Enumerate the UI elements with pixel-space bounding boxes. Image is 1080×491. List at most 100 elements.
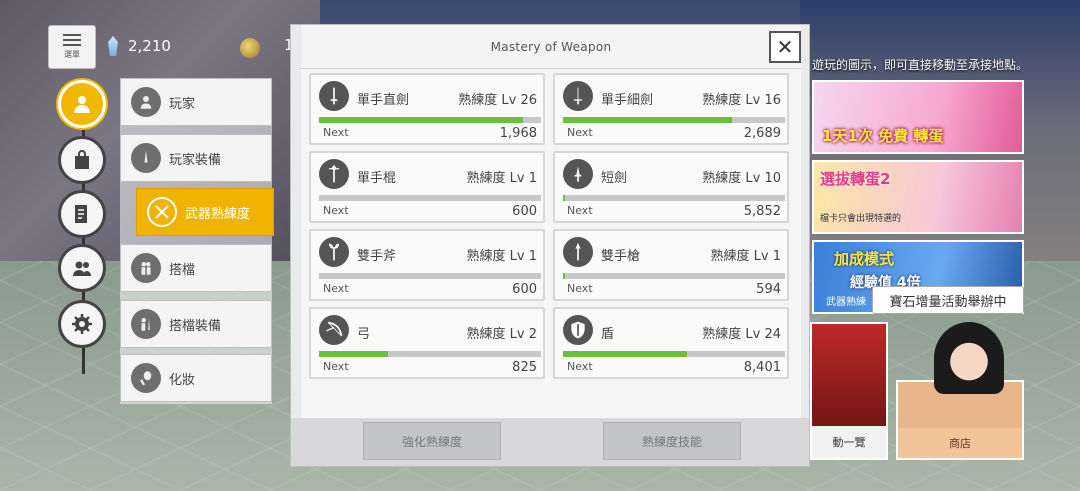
- next-label: Next: [567, 126, 593, 139]
- close-icon: ✕: [776, 35, 794, 59]
- dialog-footer: 強化熟練度 熟練度技能: [291, 418, 809, 466]
- weapon-name: 弓: [357, 327, 371, 342]
- player-icon: [131, 87, 161, 117]
- nav-bag-button[interactable]: [58, 136, 106, 184]
- banner-select-gacha-sub: 檔卡只會出現特選的: [820, 214, 902, 224]
- progress-bar: [319, 273, 541, 279]
- weapon-name: 雙手斧: [357, 249, 397, 264]
- progress-fill: [319, 117, 524, 123]
- crossed-swords-icon: [147, 197, 177, 227]
- side-item-label: 玩家裝備: [169, 152, 222, 168]
- side-item-label: 武器熟練度: [185, 206, 251, 222]
- progress-bar: [319, 351, 541, 357]
- menu-button[interactable]: 選單: [48, 25, 96, 69]
- nav-settings-button[interactable]: [58, 300, 106, 348]
- mastery-skill-button[interactable]: 熟練度技能: [603, 422, 741, 460]
- progress-bar: [563, 273, 785, 279]
- coin-icon: [240, 38, 260, 58]
- next-value: 1,968: [499, 126, 537, 141]
- progress-fill: [563, 195, 566, 201]
- notice-text: 遊玩的圖示，即可直接移動至承接地點。: [812, 58, 1029, 72]
- nav-friends-button[interactable]: [58, 244, 106, 292]
- next-value: 2,689: [743, 126, 781, 141]
- weapon-card[interactable]: 單手直劍 熟練度 Lv 26 Next 1,968: [309, 73, 545, 145]
- next-value: 8,401: [743, 360, 781, 375]
- dialog-header: Mastery of Weapon: [301, 25, 801, 69]
- progress-bar: [563, 351, 785, 357]
- weapon-card[interactable]: 雙手槍 熟練度 Lv 1 Next 594: [553, 229, 789, 301]
- rapier-icon: [563, 81, 593, 111]
- weapon-card[interactable]: 雙手斧 熟練度 Lv 1 Next 600: [309, 229, 545, 301]
- weapon-name: 單手棍: [357, 171, 397, 186]
- progress-bar: [319, 117, 541, 123]
- banner-select-gacha[interactable]: 選拔轉蛋2 檔卡只會出現特選的: [812, 160, 1024, 234]
- next-value: 5,852: [743, 204, 781, 219]
- nav-notes-button[interactable]: [58, 190, 106, 238]
- friends-icon: [73, 261, 91, 276]
- side-item-makeup[interactable]: 化妝: [120, 354, 272, 402]
- banner-free-gacha-text: 1天1次 免費 轉蛋: [822, 127, 944, 145]
- event-list-label: 動一覽: [812, 426, 886, 458]
- side-item-player[interactable]: 玩家: [120, 78, 272, 126]
- weapon-name: 短劍: [601, 171, 628, 186]
- progress-bar: [563, 117, 785, 123]
- progress-fill: [563, 117, 732, 123]
- progress-bar: [319, 195, 541, 201]
- weapon-name: 雙手槍: [601, 249, 641, 264]
- partner-icon: [131, 253, 161, 283]
- equipment-icon: [131, 143, 161, 173]
- side-item-label: 搭檔: [169, 262, 196, 278]
- next-label: Next: [323, 204, 349, 217]
- next-value: 825: [512, 360, 537, 375]
- axe-icon: [319, 237, 349, 267]
- weapon-level: 熟練度 Lv 1: [466, 171, 537, 186]
- side-item-weapon-mastery[interactable]: 武器熟練度: [136, 188, 274, 236]
- dagger-icon: [563, 159, 593, 189]
- guide-character-avatar: [934, 322, 1004, 394]
- person-icon: [74, 96, 90, 113]
- weapon-name: 單手細劍: [601, 93, 654, 108]
- spear-icon: [563, 237, 593, 267]
- weapon-card-grid: 單手直劍 熟練度 Lv 26 Next 1,968 單手細劍 熟練度 Lv 16…: [301, 69, 801, 418]
- enhance-mastery-button[interactable]: 強化熟練度: [363, 422, 501, 460]
- close-button[interactable]: ✕: [769, 31, 801, 63]
- weapon-level: 熟練度 Lv 2: [466, 327, 537, 342]
- event-list-tile[interactable]: 動一覽: [810, 322, 888, 460]
- weapon-card[interactable]: 單手細劍 熟練度 Lv 16 Next 2,689: [553, 73, 789, 145]
- weapon-card[interactable]: 弓 熟練度 Lv 2 Next 825: [309, 307, 545, 379]
- gear-icon: [72, 314, 92, 334]
- weapon-level: 熟練度 Lv 26: [458, 93, 537, 108]
- progress-fill: [563, 351, 688, 357]
- weapon-name: 盾: [601, 327, 615, 342]
- banner-free-gacha[interactable]: 1天1次 免費 轉蛋: [812, 80, 1024, 154]
- progress-bar: [563, 195, 785, 201]
- shield-icon: [563, 315, 593, 345]
- next-label: Next: [567, 360, 593, 373]
- banner-select-gacha-text: 選拔轉蛋2: [820, 170, 891, 188]
- gem-counter: 2,210: [108, 36, 171, 56]
- shop-label: 商店: [898, 428, 1022, 458]
- nav-player-button[interactable]: [58, 80, 106, 128]
- notes-icon: [75, 205, 87, 223]
- next-label: Next: [567, 204, 593, 217]
- gem-count-value: 2,210: [128, 37, 171, 55]
- side-item-label: 化妝: [169, 372, 196, 388]
- weapon-card[interactable]: 單手棍 熟練度 Lv 1 Next 600: [309, 151, 545, 223]
- event-speech-bubble: 寶石增量活動舉辦中: [872, 286, 1024, 314]
- straight-sword-icon: [319, 81, 349, 111]
- weapon-level: 熟練度 Lv 24: [702, 327, 781, 342]
- next-label: Next: [323, 360, 349, 373]
- side-item-player-equipment[interactable]: 玩家裝備: [120, 134, 272, 182]
- weapon-level: 熟練度 Lv 1: [710, 249, 781, 264]
- next-value: 594: [756, 282, 781, 297]
- side-item-partner-equipment[interactable]: 搭檔裝備: [120, 300, 272, 348]
- side-item-label: 玩家: [169, 96, 196, 112]
- partner-equipment-icon: [131, 309, 161, 339]
- dialog-title: Mastery of Weapon: [490, 39, 612, 54]
- weapon-card[interactable]: 盾 熟練度 Lv 24 Next 8,401: [553, 307, 789, 379]
- progress-fill: [319, 351, 388, 357]
- weapon-card[interactable]: 短劍 熟練度 Lv 10 Next 5,852: [553, 151, 789, 223]
- progress-fill: [563, 273, 566, 279]
- weapon-mastery-dialog: Mastery of Weapon ✕ 單手直劍 熟練度 Lv 26 Next …: [290, 24, 810, 467]
- side-item-partner[interactable]: 搭檔: [120, 244, 272, 292]
